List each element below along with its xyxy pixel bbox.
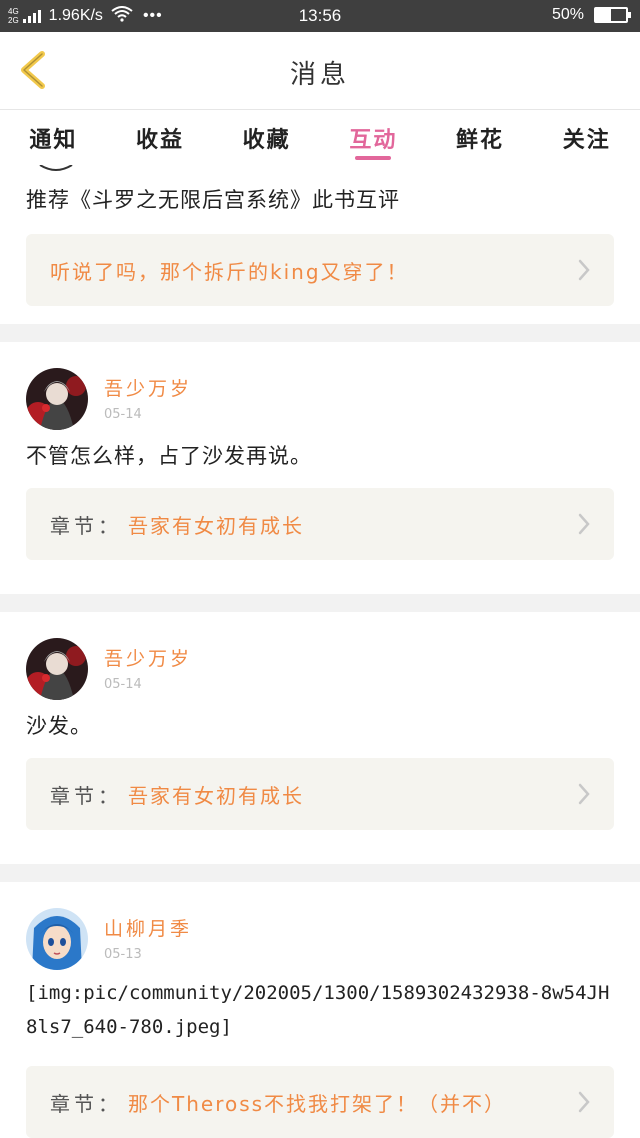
ref-label: 章节： — [50, 1091, 122, 1116]
divider — [0, 594, 640, 612]
chevron-right-icon — [578, 513, 590, 535]
comment-text: 不管怎么样，占了沙发再说。 — [26, 444, 312, 468]
user-row: 山柳月季 05-13 — [26, 882, 614, 972]
feed-card: 山柳月季 05-13 [img:pic/community/202005/130… — [0, 882, 640, 1138]
avatar[interactable] — [26, 368, 88, 430]
tab-earnings[interactable]: 收益 — [107, 110, 214, 162]
ref-label: 章节： — [50, 783, 122, 808]
ref-link[interactable]: 章节： 吾家有女初有成长 — [26, 758, 614, 830]
status-time: 13:56 — [298, 6, 342, 25]
tab-following[interactable]: 关注 — [533, 110, 640, 162]
ref-link[interactable]: 章节： 吾家有女初有成长 — [26, 488, 614, 560]
tab-flowers[interactable]: 鲜花 — [427, 110, 534, 162]
ref-text: 听说了吗，那个拆斤的king又穿了！ — [50, 259, 409, 284]
ref-text: 吾家有女初有成长 — [128, 783, 304, 808]
page-title: 消息 — [289, 60, 350, 90]
ref-text: 吾家有女初有成长 — [128, 513, 304, 538]
username[interactable]: 吾少万岁 — [104, 374, 192, 401]
username[interactable]: 山柳月季 — [104, 914, 192, 941]
user-info: 吾少万岁 05-14 — [104, 368, 192, 422]
status-bar: 4G 2G 1.96K/s ••• 13:56 50% — [0, 0, 640, 32]
comment-text: 推荐《斗罗之无限后宫系统》此书互评 — [26, 188, 400, 212]
tab-favorites[interactable]: 收藏 — [213, 110, 320, 162]
user-row: 吾少万岁 05-14 — [26, 342, 614, 432]
ref-link[interactable]: 章节： 那个Theross不找我打架了！（并不） — [26, 1066, 614, 1138]
divider — [0, 864, 640, 882]
post-date: 05-14 — [104, 407, 142, 422]
user-row: 吾少万岁 05-14 — [26, 612, 614, 702]
user-info: 山柳月季 05-13 — [104, 908, 192, 962]
comment-text: 沙发。 — [26, 714, 92, 738]
ref-text: 那个Theross不找我打架了！（并不） — [128, 1091, 507, 1116]
chevron-right-icon — [578, 259, 590, 281]
avatar[interactable] — [26, 908, 88, 970]
feed-card: 吾少万岁 05-14 不管怎么样，占了沙发再说。 章节： 吾家有女初有成长 — [0, 342, 640, 594]
tab-notifications[interactable]: 通知 — [0, 110, 107, 162]
avatar-peek — [26, 162, 614, 174]
user-info: 吾少万岁 05-14 — [104, 638, 192, 692]
tab-interactions[interactable]: 互动 — [320, 110, 427, 162]
ref-label: 章节： — [50, 513, 122, 538]
feed-card: 推荐《斗罗之无限后宫系统》此书互评 听说了吗，那个拆斤的king又穿了！ — [0, 162, 640, 324]
chevron-right-icon — [578, 1091, 590, 1113]
message-tabs: 通知 收益 收藏 互动 鲜花 关注 — [0, 110, 640, 162]
app-header: 消息 — [0, 32, 640, 110]
interaction-feed[interactable]: 推荐《斗罗之无限后宫系统》此书互评 听说了吗，那个拆斤的king又穿了！ 吾少万… — [0, 162, 640, 1138]
post-date: 05-13 — [104, 947, 142, 962]
feed-card: 吾少万岁 05-14 沙发。 章节： 吾家有女初有成长 — [0, 612, 640, 864]
battery-fill — [596, 9, 611, 21]
comment-text: [img:pic/community/202005/1300/158930243… — [26, 982, 610, 1038]
battery-percent: 50% — [551, 6, 584, 23]
post-date: 05-14 — [104, 677, 142, 692]
divider — [0, 324, 640, 342]
chevron-right-icon — [578, 783, 590, 805]
ref-link[interactable]: 听说了吗，那个拆斤的king又穿了！ — [26, 234, 614, 306]
username[interactable]: 吾少万岁 — [104, 644, 192, 671]
status-right: 50% — [551, 6, 631, 24]
battery-icon — [594, 7, 631, 23]
avatar[interactable] — [26, 638, 88, 700]
